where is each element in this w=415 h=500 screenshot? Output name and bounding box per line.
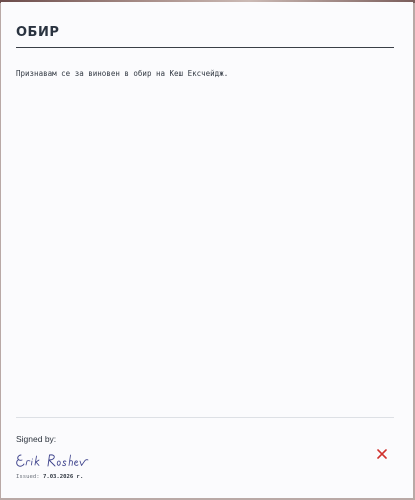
signature <box>16 454 89 467</box>
signed-by-label: Signed by: <box>16 434 57 444</box>
issued-date: 7.03.2026 г. <box>42 474 84 480</box>
title-divider <box>16 47 394 48</box>
document-body: Признавам се за виновен в обир на Кеш Ек… <box>16 69 229 78</box>
issued-line: Issued: 7.03.2026 г. <box>16 474 83 480</box>
close-icon[interactable] <box>376 448 388 460</box>
document-sheet: ОБИР Признавам се за виновен в обир на К… <box>1 2 413 498</box>
footer-divider <box>16 417 394 418</box>
issued-label: Issued: <box>16 474 40 480</box>
document-title: ОБИР <box>16 25 60 40</box>
